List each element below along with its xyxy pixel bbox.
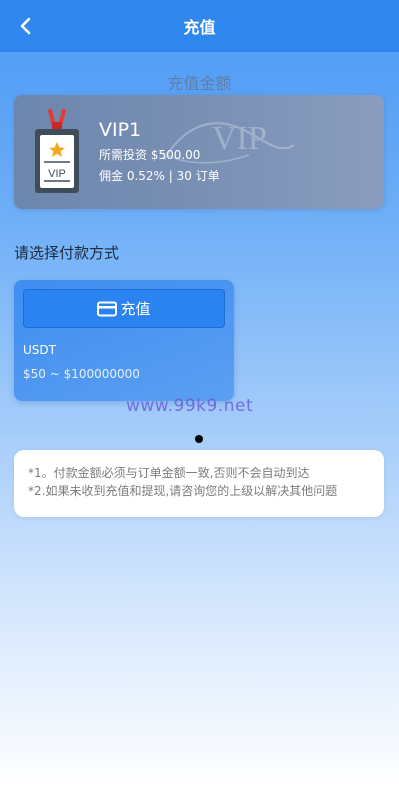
- payment-amount-range: $50 ~ $100000000: [23, 367, 140, 381]
- payment-method-label: 请选择付款方式: [14, 244, 120, 262]
- vip-level-name: VIP1: [99, 119, 142, 141]
- top-bar: 充值: [0, 0, 399, 52]
- recharge-amount-caption: 充值金额: [167, 74, 232, 93]
- svg-text:VIP: VIP: [48, 168, 66, 180]
- recharge-button-label: 充值: [120, 300, 151, 318]
- payment-method-name: USDT: [23, 343, 56, 357]
- pagination-dot: [195, 435, 203, 443]
- page-title: 充值: [183, 18, 216, 37]
- site-watermark: www.99k9.net: [126, 396, 254, 416]
- vip-required-investment: 所需投资 $500.00: [99, 148, 201, 162]
- vip-level-card[interactable]: VIP VIP VIP1 所需投资 $500.00 佣金 0.52% | 30 …: [14, 95, 384, 209]
- notice-line-1: *1。付款金额必须与订单金额一致,否则不会自动到达: [28, 466, 310, 480]
- vip-watermark-logo: VIP: [158, 120, 295, 164]
- payment-method-card[interactable]: 充值 USDT $50 ~ $100000000: [14, 280, 234, 401]
- recharge-button[interactable]: 充值: [23, 289, 225, 328]
- notice-line-2: *2.如果未收到充值和提现,请咨询您的上级以解决其他问题: [28, 484, 338, 498]
- vip-commission: 佣金 0.52% | 30 订单: [99, 169, 220, 183]
- notice-card: *1。付款金额必须与订单金额一致,否则不会自动到达 *2.如果未收到充值和提现,…: [14, 450, 384, 517]
- vip-badge-icon: VIP: [35, 109, 79, 193]
- chevron-left-icon: [20, 17, 31, 35]
- svg-text:VIP: VIP: [212, 120, 267, 157]
- card-icon: [97, 301, 118, 316]
- back-button[interactable]: [14, 14, 38, 38]
